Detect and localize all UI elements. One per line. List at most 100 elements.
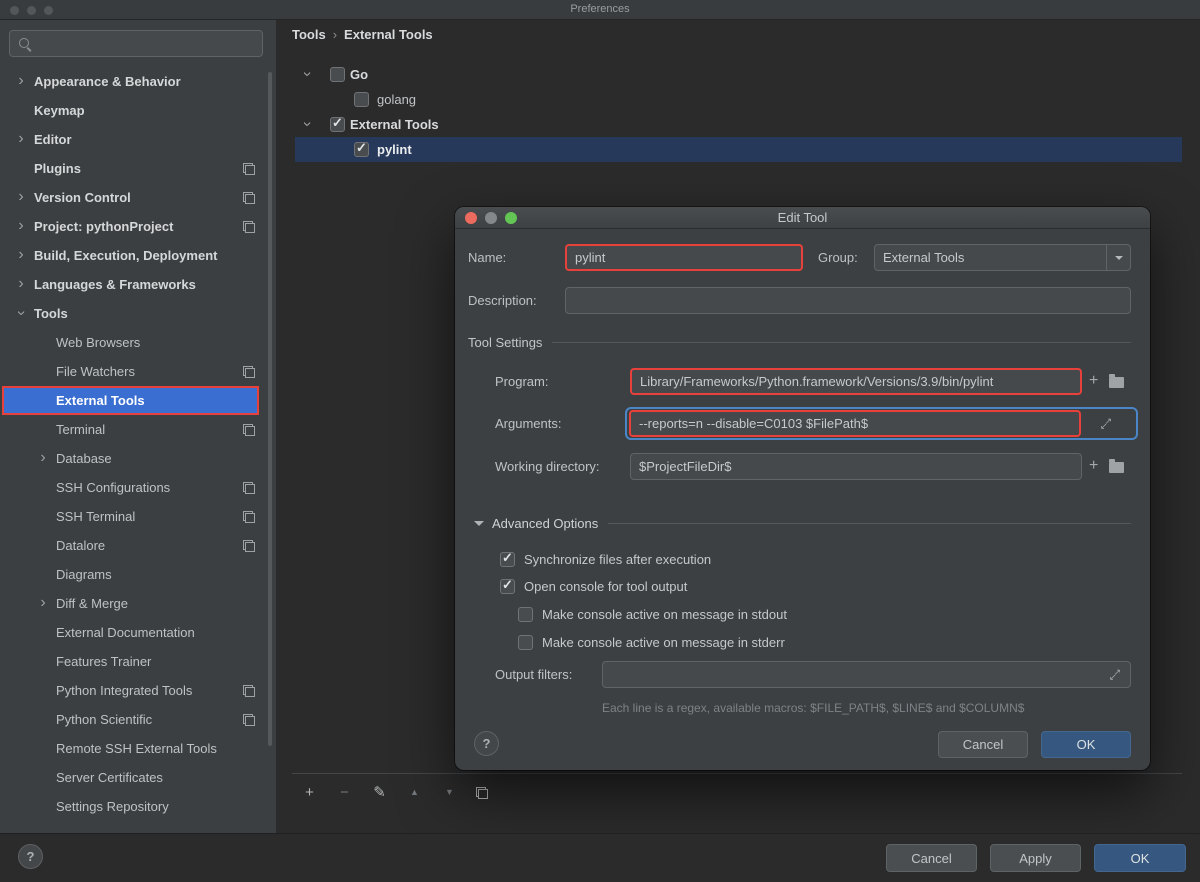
sidebar-item-appearance-behavior[interactable]: Appearance & Behavior: [0, 67, 276, 96]
sidebar-item-python-integrated-tools[interactable]: Python Integrated Tools: [0, 676, 276, 705]
add-tool-button[interactable]: +: [301, 785, 318, 800]
sidebar-item-external-tools[interactable]: External Tools: [0, 386, 276, 415]
tree-row-golang[interactable]: golang: [278, 87, 1200, 112]
group-select[interactable]: External Tools: [874, 244, 1131, 271]
sidebar-scrollbar[interactable]: [268, 72, 272, 746]
sidebar-item-database[interactable]: Database: [0, 444, 276, 473]
cancel-button[interactable]: Cancel: [886, 844, 977, 872]
expand-field-icon[interactable]: [1108, 668, 1122, 682]
minimize-dialog-icon[interactable]: [485, 212, 497, 224]
sidebar-item-keymap[interactable]: Keymap: [0, 96, 276, 125]
dialog-help-button[interactable]: ?: [474, 731, 499, 756]
chevron-down-icon[interactable]: [13, 308, 29, 318]
sidebar-item-editor[interactable]: Editor: [0, 125, 276, 154]
pylint-checkbox[interactable]: [354, 140, 369, 157]
chevron-right-icon[interactable]: [16, 189, 26, 205]
sidebar-item-terminal[interactable]: Terminal: [0, 415, 276, 444]
console-stderr-checkbox[interactable]: [518, 634, 533, 650]
sidebar-item-file-watchers[interactable]: File Watchers: [0, 357, 276, 386]
sidebar-item-label: Settings Repository: [56, 799, 169, 814]
console-stdout-checkbox[interactable]: [518, 606, 533, 622]
ok-button[interactable]: OK: [1094, 844, 1186, 872]
sidebar-item-ssh-configurations[interactable]: SSH Configurations: [0, 473, 276, 502]
sidebar-item-tools[interactable]: Tools: [0, 299, 276, 328]
sidebar-item-web-browsers[interactable]: Web Browsers: [0, 328, 276, 357]
name-field[interactable]: pylint: [565, 244, 803, 271]
remove-tool-button[interactable]: −: [336, 785, 353, 800]
sync-files-checkbox[interactable]: [500, 550, 515, 567]
dialog-cancel-button[interactable]: Cancel: [938, 731, 1028, 758]
sync-files-option[interactable]: Synchronize files after execution: [468, 548, 711, 570]
sidebar-item-label: Keymap: [34, 103, 85, 118]
description-field[interactable]: [565, 287, 1131, 314]
external-tools-checkbox[interactable]: [330, 115, 345, 132]
sidebar-item-diagrams[interactable]: Diagrams: [0, 560, 276, 589]
console-stdout-option[interactable]: Make console active on message in stdout: [468, 603, 787, 625]
chevron-right-icon[interactable]: [16, 73, 26, 89]
advanced-options-header[interactable]: Advanced Options: [492, 516, 598, 531]
collapse-triangle-icon[interactable]: [474, 520, 484, 531]
working-directory-row: Working directory: $ProjectFileDir$ +: [468, 453, 1131, 480]
output-filters-field[interactable]: [602, 661, 1131, 688]
console-stderr-option[interactable]: Make console active on message in stderr: [468, 631, 785, 653]
sidebar-item-settings-repository[interactable]: Settings Repository: [0, 792, 276, 821]
insert-macro-icon[interactable]: +: [1089, 373, 1098, 389]
tree-row-go[interactable]: Go: [278, 62, 1200, 87]
sidebar-item-version-control[interactable]: Version Control: [0, 183, 276, 212]
sidebar-item-ssh-terminal[interactable]: SSH Terminal: [0, 502, 276, 531]
name-label: Name:: [468, 250, 507, 265]
zoom-dialog-icon[interactable]: [505, 212, 517, 224]
program-field[interactable]: Library/Frameworks/Python.framework/Vers…: [630, 368, 1082, 395]
sidebar-item-plugins[interactable]: Plugins: [0, 154, 276, 183]
browse-folder-icon[interactable]: [1109, 374, 1125, 388]
apply-button[interactable]: Apply: [990, 844, 1081, 872]
open-console-checkbox[interactable]: [500, 577, 515, 594]
chevron-right-icon[interactable]: [38, 595, 48, 611]
breadcrumb-section[interactable]: Tools: [292, 27, 326, 42]
expand-field-icon[interactable]: [1099, 417, 1113, 431]
chevron-down-icon[interactable]: [299, 119, 315, 129]
advanced-options-section[interactable]: Advanced Options: [468, 514, 1131, 532]
dialog-traffic-lights: [465, 212, 517, 224]
chevron-right-icon[interactable]: [16, 276, 26, 292]
sidebar-item-features-trainer[interactable]: Features Trainer: [0, 647, 276, 676]
sidebar-item-build-execution-deployment[interactable]: Build, Execution, Deployment: [0, 241, 276, 270]
browse-folder-icon[interactable]: [1109, 459, 1125, 473]
chevron-right-icon[interactable]: [16, 247, 26, 263]
tree-row-external-tools[interactable]: External Tools: [278, 112, 1200, 137]
help-button[interactable]: ?: [18, 844, 43, 869]
close-dialog-icon[interactable]: [465, 212, 477, 224]
dialog-ok-button[interactable]: OK: [1041, 731, 1131, 758]
settings-search-box[interactable]: [9, 30, 263, 57]
open-console-option[interactable]: Open console for tool output: [468, 575, 687, 597]
chevron-right-icon[interactable]: [16, 131, 26, 147]
working-directory-field[interactable]: $ProjectFileDir$: [630, 453, 1082, 480]
duplicate-tool-button[interactable]: [476, 786, 488, 799]
edit-tool-button[interactable]: ✎: [371, 785, 388, 800]
chevron-right-icon[interactable]: [16, 218, 26, 234]
chevron-right-icon[interactable]: [38, 450, 48, 466]
search-input[interactable]: [37, 31, 262, 56]
sidebar-item-external-documentation[interactable]: External Documentation: [0, 618, 276, 647]
arguments-field[interactable]: --reports=n --disable=C0103 $FilePath$: [629, 410, 1081, 437]
move-down-button[interactable]: ▼: [441, 788, 458, 797]
sidebar-item-python-scientific[interactable]: Python Scientific: [0, 705, 276, 734]
sidebar-item-label: Tools: [34, 306, 68, 321]
shared-settings-icon: [243, 366, 255, 378]
sidebar-item-server-certificates[interactable]: Server Certificates: [0, 763, 276, 792]
combo-dropdown-icon[interactable]: [1106, 245, 1130, 270]
sidebar-item-datalore[interactable]: Datalore: [0, 531, 276, 560]
golang-checkbox[interactable]: [354, 92, 369, 107]
sidebar-item-remote-ssh-external-tools[interactable]: Remote SSH External Tools: [0, 734, 276, 763]
sidebar-item-languages-frameworks[interactable]: Languages & Frameworks: [0, 270, 276, 299]
insert-macro-icon[interactable]: +: [1089, 458, 1098, 474]
tree-row-pylint[interactable]: pylint: [278, 137, 1200, 162]
sidebar-item-diff-merge[interactable]: Diff & Merge: [0, 589, 276, 618]
sidebar-item-label: Remote SSH External Tools: [56, 741, 217, 756]
sidebar-item-label: Version Control: [34, 190, 131, 205]
move-up-button[interactable]: ▲: [406, 788, 423, 797]
sidebar-item-project-pythonproject[interactable]: Project: pythonProject: [0, 212, 276, 241]
tool-settings-header: Tool Settings: [468, 334, 543, 350]
go-checkbox[interactable]: [330, 67, 345, 82]
chevron-down-icon[interactable]: [299, 69, 315, 79]
